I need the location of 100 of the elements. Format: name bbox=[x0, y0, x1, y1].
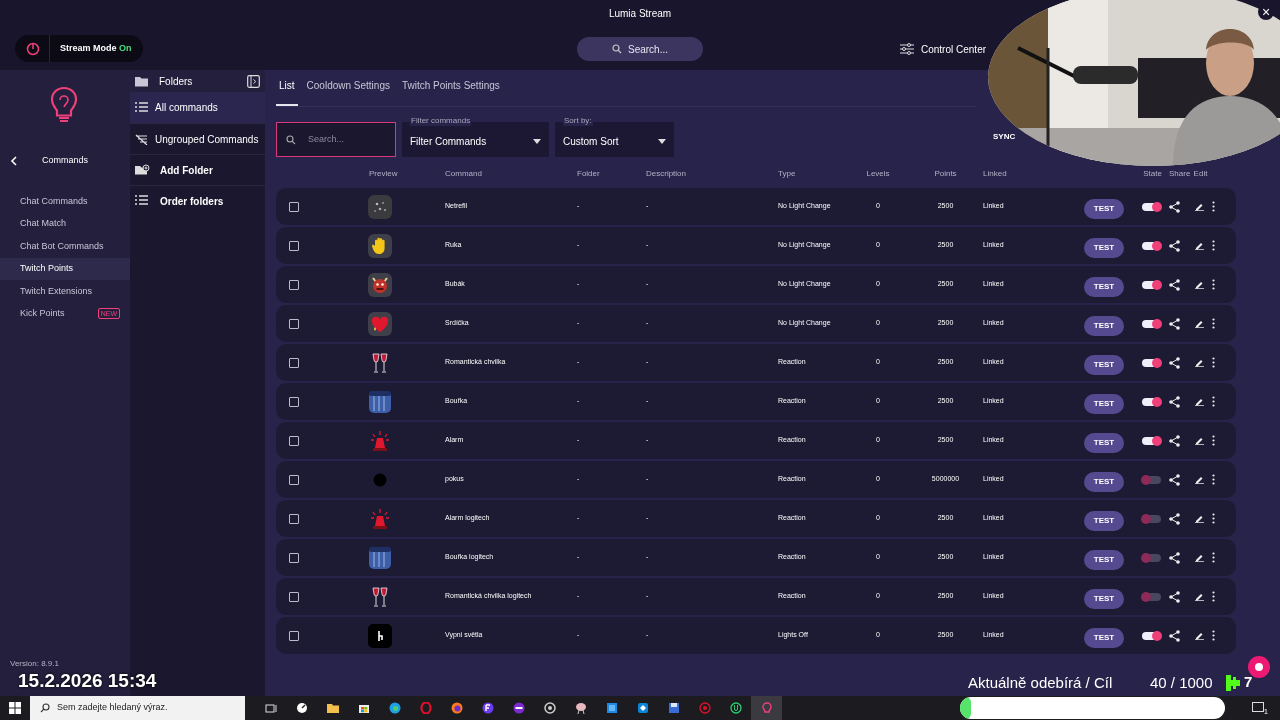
folder-item[interactable]: All commands bbox=[130, 92, 265, 123]
edit-pencil-icon[interactable] bbox=[1195, 358, 1204, 367]
share-icon[interactable] bbox=[1169, 629, 1180, 642]
edit-pencil-icon[interactable] bbox=[1195, 319, 1204, 328]
search-field[interactable]: Search... bbox=[276, 122, 396, 157]
test-button[interactable]: TEST bbox=[1084, 316, 1124, 336]
toggle-switch[interactable] bbox=[1142, 319, 1161, 328]
store-bag-icon[interactable] bbox=[357, 702, 370, 714]
row-checkbox[interactable] bbox=[289, 279, 299, 290]
ring-icon[interactable] bbox=[419, 702, 432, 714]
letter-circle-icon[interactable] bbox=[729, 702, 742, 714]
test-button[interactable]: TEST bbox=[1084, 277, 1124, 297]
row-checkbox[interactable] bbox=[289, 474, 299, 485]
share-icon[interactable] bbox=[1169, 356, 1180, 369]
toggle-switch[interactable] bbox=[1142, 397, 1161, 406]
more-options-icon[interactable] bbox=[1212, 279, 1215, 290]
test-button[interactable]: TEST bbox=[1084, 589, 1124, 609]
toggle-switch[interactable] bbox=[1142, 553, 1161, 562]
more-options-icon[interactable] bbox=[1212, 474, 1215, 485]
toggle-switch[interactable] bbox=[1142, 202, 1161, 211]
test-button[interactable]: TEST bbox=[1084, 472, 1124, 492]
toggle-switch[interactable] bbox=[1142, 358, 1161, 367]
square-app-icon[interactable] bbox=[605, 702, 618, 714]
test-button[interactable]: TEST bbox=[1084, 433, 1124, 453]
edit-pencil-icon[interactable] bbox=[1195, 202, 1204, 211]
stream-mode-toggle[interactable]: Stream Mode On bbox=[15, 35, 143, 62]
row-checkbox[interactable] bbox=[289, 630, 299, 641]
share-icon[interactable] bbox=[1169, 434, 1180, 447]
row-checkbox[interactable] bbox=[289, 435, 299, 446]
row-checkbox[interactable] bbox=[289, 591, 299, 602]
more-options-icon[interactable] bbox=[1212, 552, 1215, 563]
globe-icon[interactable] bbox=[388, 702, 401, 714]
toggle-switch[interactable] bbox=[1142, 514, 1161, 523]
test-button[interactable]: TEST bbox=[1084, 199, 1124, 219]
row-checkbox[interactable] bbox=[289, 552, 299, 563]
more-options-icon[interactable] bbox=[1212, 396, 1215, 407]
edit-pencil-icon[interactable] bbox=[1195, 514, 1204, 523]
sidebar-item[interactable]: Chat Bot Commands bbox=[0, 235, 130, 258]
share-icon[interactable] bbox=[1169, 473, 1180, 486]
toggle-switch[interactable] bbox=[1142, 241, 1161, 250]
test-button[interactable]: TEST bbox=[1084, 550, 1124, 570]
share-icon[interactable] bbox=[1169, 395, 1180, 408]
share-icon[interactable] bbox=[1169, 239, 1180, 252]
sidebar-item[interactable]: Chat Commands bbox=[0, 190, 130, 213]
sidebar-item[interactable]: Chat Match bbox=[0, 212, 130, 235]
edit-pencil-icon[interactable] bbox=[1195, 553, 1204, 562]
tab[interactable]: List bbox=[276, 78, 298, 106]
windows-start-icon[interactable] bbox=[9, 702, 21, 714]
share-icon[interactable] bbox=[1169, 200, 1180, 213]
letter-badge-icon[interactable] bbox=[481, 702, 494, 714]
test-button[interactable]: TEST bbox=[1084, 355, 1124, 375]
tab[interactable]: Cooldown Settings bbox=[303, 78, 393, 106]
row-checkbox[interactable] bbox=[289, 318, 299, 329]
sidebar-item[interactable]: Twitch Extensions bbox=[0, 280, 130, 303]
toggle-switch[interactable] bbox=[1142, 475, 1161, 484]
panel-toggle-icon[interactable] bbox=[247, 74, 260, 88]
more-options-icon[interactable] bbox=[1212, 357, 1215, 368]
toggle-switch[interactable] bbox=[1142, 280, 1161, 289]
share-icon[interactable] bbox=[1169, 512, 1180, 525]
toggle-switch[interactable] bbox=[1142, 436, 1161, 445]
row-checkbox[interactable] bbox=[289, 240, 299, 251]
more-options-icon[interactable] bbox=[1212, 201, 1215, 212]
taskbar-search-field[interactable]: Sem zadejte hledaný výraz. bbox=[30, 696, 245, 720]
share-icon[interactable] bbox=[1169, 278, 1180, 291]
row-checkbox[interactable] bbox=[289, 396, 299, 407]
gauge-icon[interactable] bbox=[295, 702, 308, 714]
more-options-icon[interactable] bbox=[1212, 630, 1215, 641]
target-icon[interactable] bbox=[543, 702, 556, 714]
more-options-icon[interactable] bbox=[1212, 435, 1215, 446]
sidebar-item[interactable]: Twitch Points bbox=[0, 257, 130, 280]
row-checkbox[interactable] bbox=[289, 513, 299, 524]
share-icon[interactable] bbox=[1169, 551, 1180, 564]
test-button[interactable]: TEST bbox=[1084, 238, 1124, 258]
edit-pencil-icon[interactable] bbox=[1195, 631, 1204, 640]
edit-pencil-icon[interactable] bbox=[1195, 436, 1204, 445]
search-field[interactable]: Search... bbox=[577, 37, 703, 61]
more-options-icon[interactable] bbox=[1212, 591, 1215, 602]
toggle-switch[interactable] bbox=[1142, 592, 1161, 601]
edit-pencil-icon[interactable] bbox=[1195, 397, 1204, 406]
more-options-icon[interactable] bbox=[1212, 318, 1215, 329]
more-options-icon[interactable] bbox=[1212, 513, 1215, 524]
share-icon[interactable] bbox=[1169, 317, 1180, 330]
toggle-switch[interactable] bbox=[1142, 631, 1161, 640]
folder-icon[interactable] bbox=[326, 702, 339, 714]
lightbulb-icon[interactable] bbox=[760, 702, 773, 714]
test-button[interactable]: TEST bbox=[1084, 511, 1124, 531]
share-icon[interactable] bbox=[1169, 590, 1180, 603]
back-chevron-icon[interactable] bbox=[10, 156, 18, 166]
control-center-button[interactable]: Control Center bbox=[900, 40, 987, 58]
diamond-app-icon[interactable] bbox=[636, 702, 649, 714]
more-options-icon[interactable] bbox=[1212, 240, 1215, 251]
row-checkbox[interactable] bbox=[289, 357, 299, 368]
test-button[interactable]: TEST bbox=[1084, 628, 1124, 648]
edit-pencil-icon[interactable] bbox=[1195, 475, 1204, 484]
task-view-icon[interactable] bbox=[264, 702, 277, 714]
edit-pencil-icon[interactable] bbox=[1195, 241, 1204, 250]
edit-pencil-icon[interactable] bbox=[1195, 592, 1204, 601]
row-checkbox[interactable] bbox=[289, 201, 299, 212]
edit-pencil-icon[interactable] bbox=[1195, 280, 1204, 289]
test-button[interactable]: TEST bbox=[1084, 394, 1124, 414]
